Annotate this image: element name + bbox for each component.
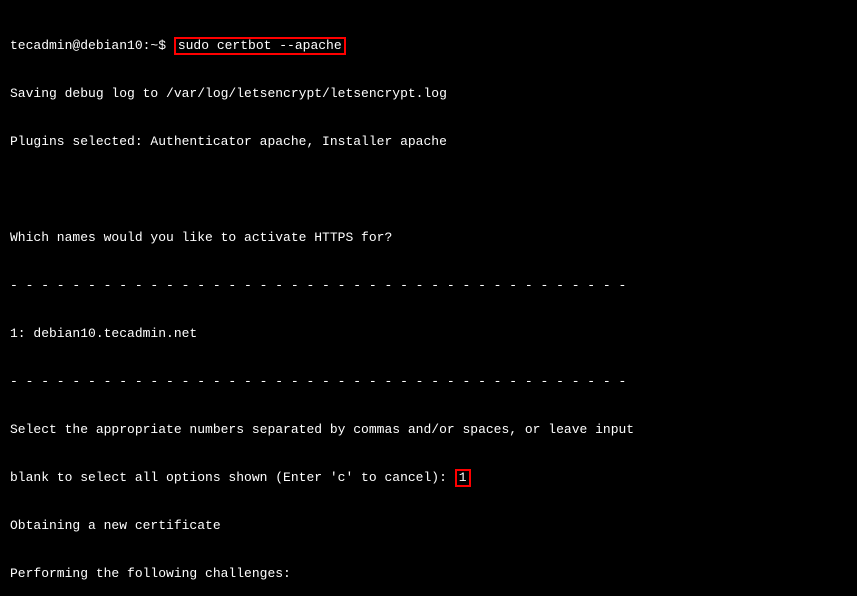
output-line: Saving debug log to /var/log/letsencrypt… [10, 86, 847, 102]
separator-line: - - - - - - - - - - - - - - - - - - - - … [10, 278, 847, 294]
output-line: Which names would you like to activate H… [10, 230, 847, 246]
output-line: Select the appropriate numbers separated… [10, 422, 847, 438]
input-prompt-line: blank to select all options shown (Enter… [10, 470, 847, 486]
command-input[interactable]: sudo certbot --apache [174, 37, 346, 55]
blank-line [10, 182, 847, 198]
output-line: Plugins selected: Authenticator apache, … [10, 134, 847, 150]
prompt-line[interactable]: tecadmin@debian10:~$ sudo certbot --apac… [10, 38, 847, 54]
shell-prompt: tecadmin@debian10:~$ [10, 38, 174, 53]
output-line: Performing the following challenges: [10, 566, 847, 582]
output-line: Obtaining a new certificate [10, 518, 847, 534]
user-selection-input[interactable]: 1 [455, 469, 471, 487]
separator-line: - - - - - - - - - - - - - - - - - - - - … [10, 374, 847, 390]
terminal-output[interactable]: tecadmin@debian10:~$ sudo certbot --apac… [0, 0, 857, 596]
prompt-text: blank to select all options shown (Enter… [10, 470, 455, 485]
domain-option: 1: debian10.tecadmin.net [10, 326, 847, 342]
